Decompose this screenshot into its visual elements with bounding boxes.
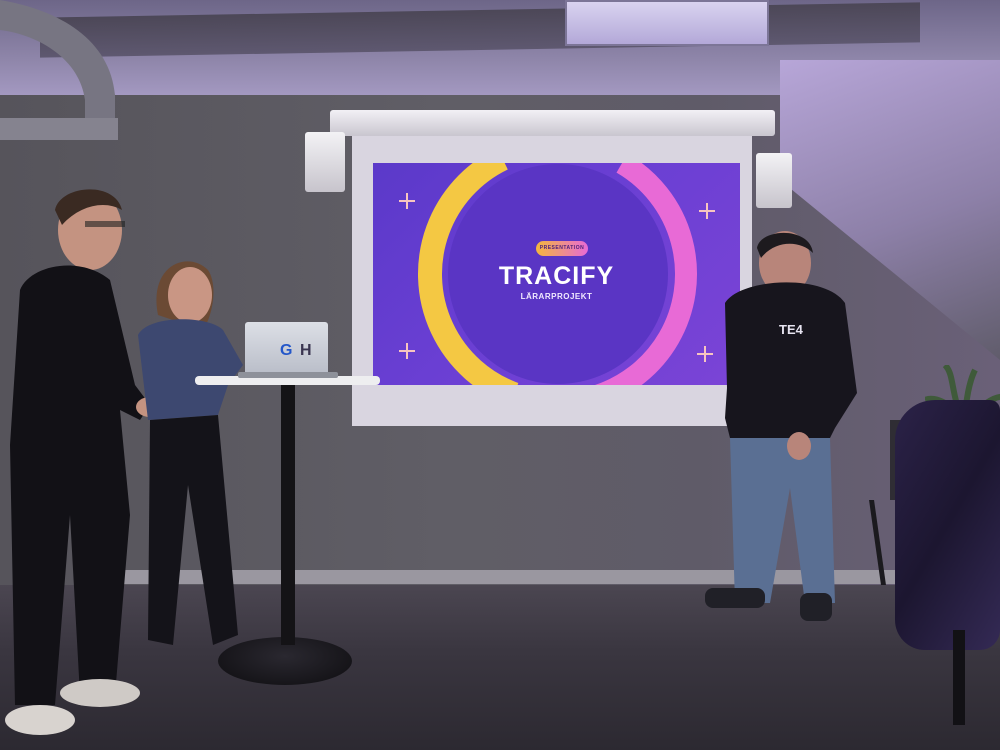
slide-badge: PRESENTATION	[536, 241, 588, 256]
slide-title: TRACIFY	[498, 262, 615, 290]
ventilation-duct	[0, 0, 118, 140]
sparkle-icon	[699, 203, 715, 219]
wall-speaker-left	[305, 132, 345, 192]
presentation-slide: PRESENTATION TRACIFY LÄRARPROJEKT	[373, 163, 740, 385]
laptop-base	[238, 372, 338, 378]
skylight	[565, 0, 769, 46]
person-right	[705, 231, 857, 621]
chair-front-leg	[953, 630, 965, 725]
wall-speaker-right	[756, 153, 792, 208]
sparkle-icon	[399, 343, 415, 359]
sparkle-icon	[399, 193, 415, 209]
slide-subtitle: LÄRARPROJEKT	[520, 292, 593, 301]
table-pole	[281, 385, 295, 645]
person-middle	[138, 261, 243, 645]
photo-scene: PRESENTATION TRACIFY LÄRARPROJEKT G H TE…	[0, 0, 1000, 750]
hoodie-print: TE4	[779, 322, 803, 337]
jacket-on-chair	[895, 400, 1000, 650]
laptop-sticker-left: G	[280, 342, 293, 359]
laptop-sticker-right: H	[300, 342, 312, 359]
projector-screen-housing	[330, 110, 775, 136]
